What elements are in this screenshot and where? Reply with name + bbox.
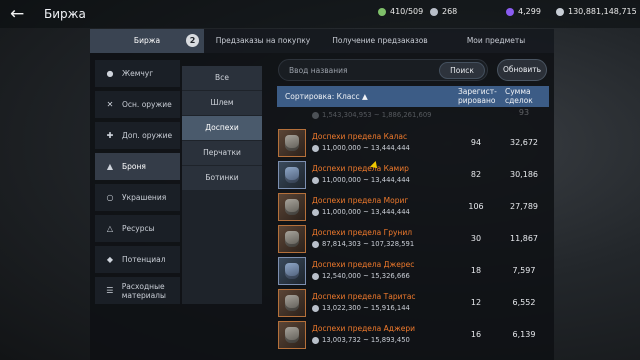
subcategory-armor[interactable]: Доспехи [182, 116, 262, 140]
stat-silver: 130,881,148,715 [556, 7, 637, 16]
item-name: Доспехи предела Таритас [312, 292, 416, 301]
subcategory-gloves[interactable]: Перчатки [182, 141, 262, 165]
table-row[interactable]: Доспехи предела Аджери 13,003,732 ~ 15,8… [277, 320, 549, 350]
table-row[interactable]: Доспехи предела Таритас 13,022,300 ~ 15,… [277, 288, 549, 318]
item-name: Доспехи предела Джерес [312, 260, 415, 269]
item-sum: 30,186 [510, 170, 538, 179]
armor-icon: ▲ [106, 162, 114, 171]
category-sub-weapon[interactable]: ✚ Доп. оружие [95, 122, 180, 149]
search-input[interactable] [289, 63, 439, 78]
item-name: Доспехи предела Мориг [312, 196, 409, 205]
category-potential[interactable]: ◆ Потенциал [95, 246, 180, 273]
diamond-icon: ◆ [106, 255, 114, 264]
item-price: 11,000,000 ~ 13,444,444 [322, 208, 410, 216]
column-registered: Зарегист-рировано [458, 87, 497, 105]
ring-icon: ○ [106, 193, 114, 202]
table-row[interactable]: Доспехи предела Камир 11,000,000 ~ 13,44… [277, 160, 549, 190]
tab-my-items[interactable]: Мои предметы [438, 29, 554, 53]
item-name: Доспехи предела Камир [312, 164, 409, 173]
item-sum: 27,789 [510, 202, 538, 211]
category-pearls[interactable]: ● Жемчуг [95, 60, 180, 87]
item-registered: 82 [470, 170, 482, 179]
category-accessories[interactable]: ○ Украшения [95, 184, 180, 211]
subcategory-all[interactable]: Все [182, 66, 262, 90]
stat-weight: 268 [430, 7, 457, 16]
silver-icon [312, 336, 319, 344]
crossed-swords-icon: ✕ [106, 100, 114, 109]
page-title: Биржа [44, 7, 86, 21]
subcategory-boots[interactable]: Ботинки [182, 166, 262, 190]
search-button[interactable]: Поиск [439, 62, 485, 79]
top-bar [0, 0, 640, 28]
item-name: Доспехи предела Калас [312, 132, 408, 141]
silver-icon [312, 176, 319, 184]
silver-icon [312, 111, 319, 119]
energy-icon [378, 7, 386, 16]
sort-toggle[interactable]: Сортировка: Класс ▲ [285, 92, 368, 101]
item-registered: 12 [470, 298, 482, 307]
silver-icon [312, 208, 319, 216]
item-price: 13,022,300 ~ 15,916,144 [322, 304, 410, 312]
item-price: 11,000,000 ~ 13,444,444 [322, 144, 410, 152]
tab-badge: 2 [186, 34, 199, 47]
item-thumbnail [278, 257, 306, 285]
silver-icon [556, 7, 564, 16]
arrow-left-icon[interactable]: ← [10, 4, 24, 24]
table-row[interactable]: Доспехи предела Калас 11,000,000 ~ 13,44… [277, 128, 549, 158]
item-registered: 30 [470, 234, 482, 243]
silver-icon [312, 304, 319, 312]
table-row-partial: 1,543,304,953 ~ 1,886,261,609 93 [277, 108, 549, 124]
weight-icon [430, 7, 438, 16]
item-registered: 16 [470, 330, 482, 339]
item-sum: 32,672 [510, 138, 538, 147]
dagger-icon: ✚ [106, 131, 114, 140]
item-price: 12,540,000 ~ 15,326,666 [322, 272, 410, 280]
table-row[interactable]: Доспехи предела Мориг 11,000,000 ~ 13,44… [277, 192, 549, 222]
item-sum: 6,552 [512, 298, 536, 307]
item-registered: 94 [470, 138, 482, 147]
tab-bar: Биржа 2 Предзаказы на покупку Получение … [90, 29, 554, 53]
item-price: 13,003,732 ~ 15,893,450 [322, 336, 410, 344]
stat-pearls: 4,299 [506, 7, 541, 16]
category-main-weapon[interactable]: ✕ Осн. оружие [95, 91, 180, 118]
scroll-icon: ☰ [106, 286, 114, 295]
item-sum: 6,139 [512, 330, 536, 339]
item-thumbnail [278, 289, 306, 317]
flask-icon: △ [106, 224, 114, 233]
tab-buy-orders[interactable]: Предзаказы на покупку [204, 29, 322, 53]
silver-icon [312, 144, 319, 152]
pearl-icon: ● [106, 69, 114, 78]
item-registered: 106 [468, 202, 484, 211]
table-row[interactable]: Доспехи предела Грунил 87,814,303 ~ 107,… [277, 224, 549, 254]
item-name: Доспехи предела Грунил [312, 228, 412, 237]
search-box: Поиск [278, 59, 488, 81]
item-sum: 11,867 [510, 234, 538, 243]
tab-receive-orders[interactable]: Получение предзаказов [322, 29, 438, 53]
category-consumables[interactable]: ☰ Расходные материалы [95, 277, 180, 304]
silver-icon [312, 240, 319, 248]
stat-energy: 410/509 [378, 7, 423, 16]
item-thumbnail [278, 193, 306, 221]
item-thumbnail [278, 129, 306, 157]
item-price: 87,814,303 ~ 107,328,591 [322, 240, 415, 248]
item-registered: 18 [470, 266, 482, 275]
pearl-icon [506, 7, 514, 16]
category-armor[interactable]: ▲ Броня [95, 153, 180, 180]
category-resources[interactable]: △ Ресурсы [95, 215, 180, 242]
table-header: Сортировка: Класс ▲ Зарегист-рировано Су… [277, 86, 549, 107]
item-thumbnail [278, 321, 306, 349]
refresh-button[interactable]: Обновить [497, 59, 547, 81]
item-name: Доспехи предела Аджери [312, 324, 415, 333]
item-thumbnail [278, 225, 306, 253]
silver-icon [312, 272, 319, 280]
subcategory-helmet[interactable]: Шлем [182, 91, 262, 115]
table-row[interactable]: Доспехи предела Джерес 12,540,000 ~ 15,3… [277, 256, 549, 286]
item-price: 11,000,000 ~ 13,444,444 [322, 176, 410, 184]
item-sum: 7,597 [512, 266, 536, 275]
item-thumbnail [278, 161, 306, 189]
column-sum: Сумма сделок [505, 87, 533, 105]
